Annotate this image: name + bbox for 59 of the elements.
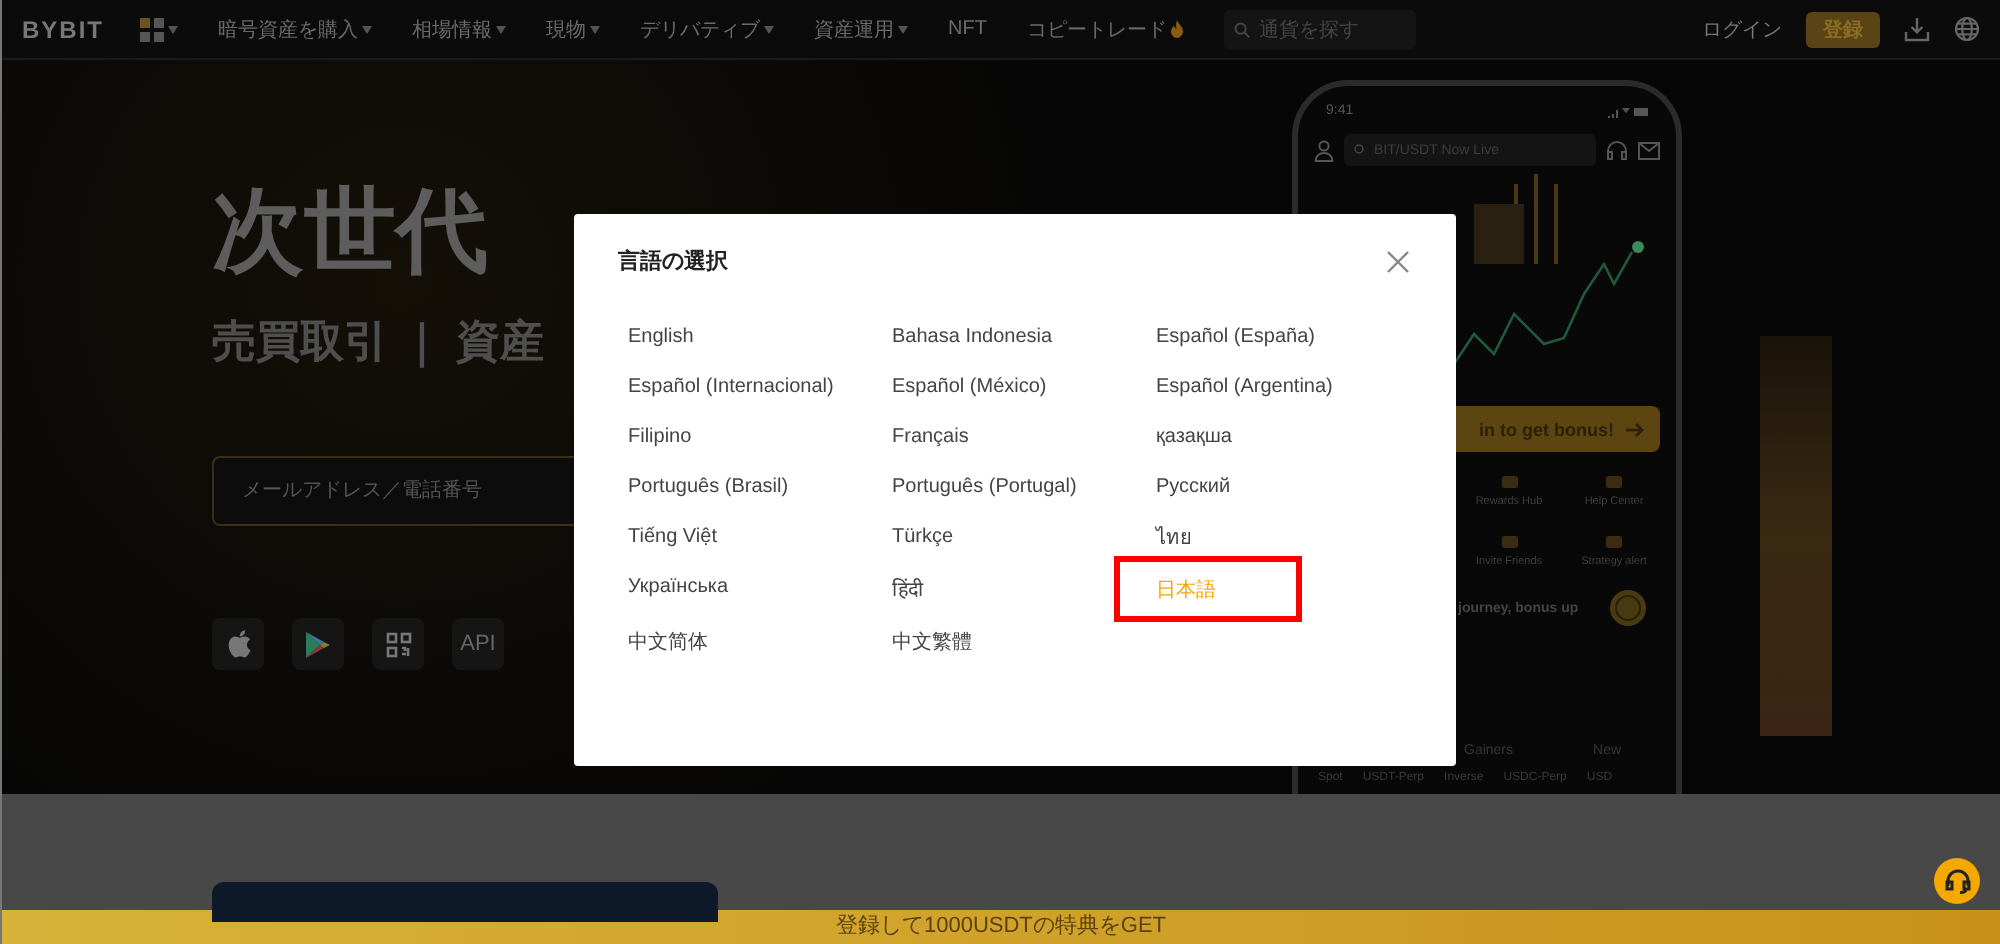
hero-headline: 次世代 — [212, 184, 488, 276]
google-play-button[interactable] — [292, 618, 344, 670]
language-option[interactable]: 中文繁體 — [892, 616, 972, 666]
mail-icon — [1638, 141, 1660, 159]
login-link[interactable]: ログイン — [1702, 15, 1782, 43]
language-option[interactable]: हिंदी — [892, 562, 924, 612]
apple-icon — [225, 630, 251, 658]
trophy-pillars-drawing — [1474, 174, 1558, 264]
language-option[interactable]: ไทย — [1156, 512, 1192, 562]
coin-icon — [1608, 588, 1648, 628]
dialog-title: 言語の選択 — [618, 247, 728, 276]
language-option[interactable]: Español (México) — [892, 362, 1047, 412]
logo[interactable]: BYBIT — [22, 15, 104, 43]
search-icon — [1234, 21, 1251, 37]
shortcut-icon — [1604, 472, 1624, 492]
qr-code-icon — [385, 631, 411, 657]
headset-icon — [1943, 868, 1971, 894]
nav-menu-item[interactable]: 資産運用 — [814, 15, 894, 43]
play-triangle-icon — [306, 631, 330, 657]
caret-icon — [168, 25, 178, 33]
language-option[interactable]: Español (España) — [1156, 312, 1315, 362]
promo-banner[interactable]: 登録して1000USDTの特典をGET — [2, 910, 2000, 944]
email-field[interactable]: メールアドレス／電話番号 — [212, 456, 574, 526]
hero-subline: 売買取引 ｜ 資産 — [212, 314, 545, 372]
nav-menu-item[interactable]: 暗号資産を購入 — [218, 15, 358, 43]
apps-grid-icon[interactable] — [140, 17, 164, 41]
language-option[interactable]: Filipino — [628, 412, 692, 462]
language-option[interactable]: Türkçe — [892, 512, 954, 562]
language-option[interactable]: қазақша — [1156, 412, 1232, 462]
nav-menu-item[interactable]: コピートレード — [1026, 15, 1167, 43]
language-option[interactable]: Русский — [1156, 462, 1231, 512]
shortcut-icon — [1499, 472, 1519, 492]
nav-menu-item[interactable]: 現物 — [546, 15, 586, 43]
qr-code-button[interactable] — [372, 618, 424, 670]
download-icon[interactable] — [1904, 16, 1930, 42]
shortcut-icon — [1499, 532, 1519, 552]
language-option[interactable]: Español (Internacional) — [628, 362, 834, 412]
close-button[interactable] — [1384, 247, 1412, 275]
language-option[interactable]: 中文简体 — [628, 616, 708, 666]
language-option[interactable]: Українська — [628, 562, 729, 612]
language-option[interactable]: English — [628, 312, 694, 362]
search-icon — [1354, 144, 1366, 156]
language-option[interactable]: Tiếng Việt — [628, 512, 717, 562]
globe-icon[interactable] — [1954, 16, 1980, 42]
language-option[interactable]: Español (Argentina) — [1156, 362, 1333, 412]
signal-icon — [1608, 105, 1648, 117]
nav-menu-item[interactable]: デリバティブ — [640, 15, 760, 43]
nav-menu-item[interactable]: NFT — [948, 18, 987, 40]
app-store-button[interactable] — [212, 618, 264, 670]
language-option[interactable]: Português (Brasil) — [628, 462, 789, 512]
language-option[interactable]: Bahasa Indonesia — [892, 312, 1053, 362]
support-button[interactable] — [1934, 858, 1980, 904]
nav-menu-item[interactable]: 相場情報 — [412, 15, 492, 43]
user-icon — [1314, 139, 1334, 161]
language-option[interactable]: Português (Portugal) — [892, 462, 1077, 512]
headset-icon — [1606, 140, 1628, 160]
arrow-right-icon — [1626, 421, 1644, 437]
language-option[interactable]: Français — [892, 412, 969, 462]
shortcut-icon — [1604, 532, 1624, 552]
